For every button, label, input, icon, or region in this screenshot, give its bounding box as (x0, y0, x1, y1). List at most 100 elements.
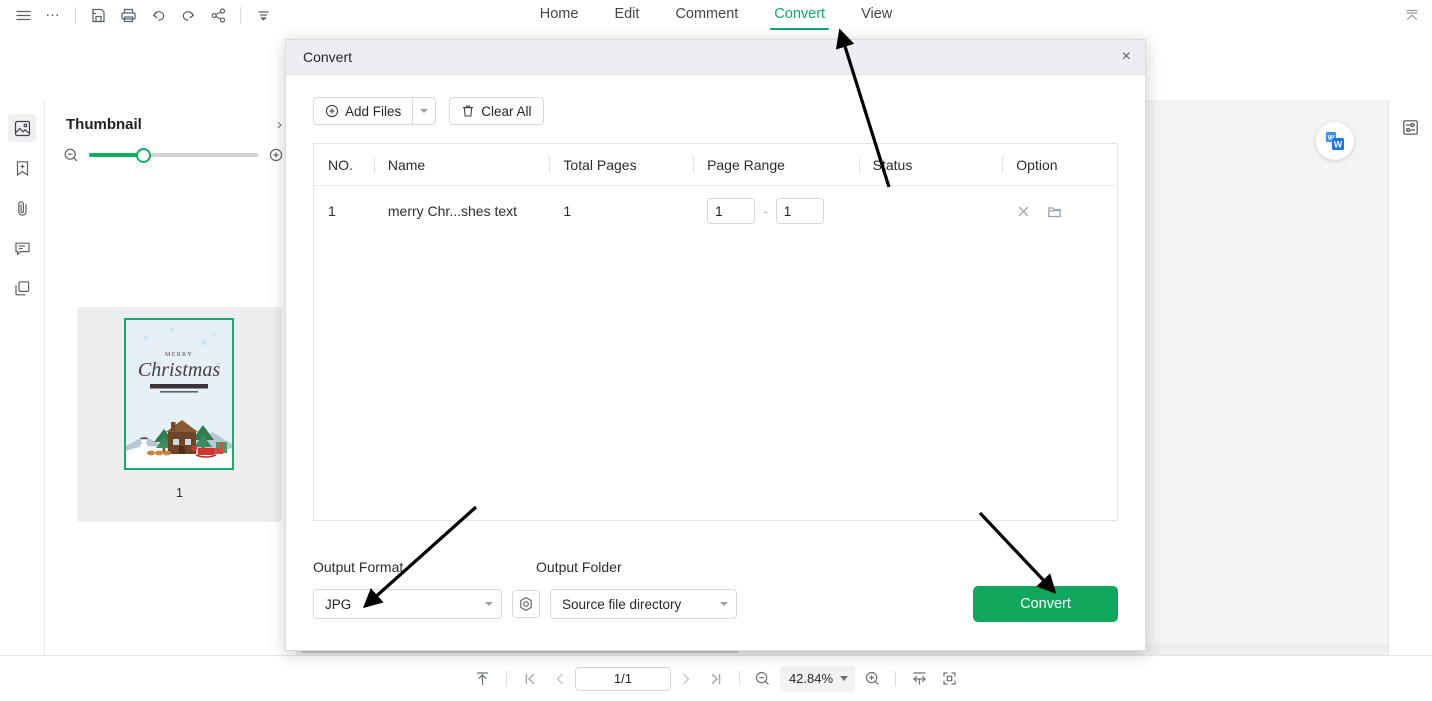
output-folder-value: Source file directory (562, 596, 682, 612)
page-range-from-input[interactable] (707, 198, 756, 224)
add-files-dropdown-button[interactable] (412, 97, 437, 125)
cell-page-range: - (693, 186, 859, 236)
fit-width-icon[interactable] (904, 665, 934, 693)
quick-access-toolbar: … (0, 1, 278, 29)
tab-view[interactable]: View (860, 2, 893, 28)
footer-controls: JPG Source file directory Convert (313, 586, 1118, 622)
redo-icon[interactable] (173, 1, 203, 29)
zoom-in-icon[interactable] (857, 665, 887, 693)
scroll-to-top-icon[interactable] (468, 665, 498, 693)
fit-page-icon[interactable] (934, 665, 964, 693)
table-row[interactable]: 1 merry Chr...shes text 1 - (314, 186, 1117, 236)
cell-status (859, 186, 1003, 236)
output-folder-label: Output Folder (536, 559, 622, 575)
chevron-down-icon (840, 676, 849, 681)
cell-option (1002, 186, 1117, 236)
output-format-label: Output Format (313, 559, 404, 575)
panel-collapse-icon[interactable]: › (277, 117, 282, 132)
more-icon[interactable]: … (38, 1, 68, 29)
zoom-in-icon[interactable] (268, 147, 284, 163)
zoom-out-icon[interactable] (63, 147, 79, 163)
application-window: … Home Edit Comment Convert View Thumbna… (0, 0, 1432, 701)
dialog-footer: Output Format Output Folder JPG Source f… (286, 559, 1145, 650)
thumbnail-page-number: 1 (175, 485, 184, 500)
thumbnail-item[interactable]: MERRY Christmas 1 (77, 307, 282, 522)
column-header-no: NO. (328, 156, 353, 173)
chevron-down-icon (720, 602, 728, 606)
thumbnail-page-image[interactable]: MERRY Christmas (124, 318, 234, 470)
table-header-row: NO. Name Total Pages Page Range Status O… (314, 144, 1117, 186)
remove-file-icon[interactable] (1016, 204, 1031, 219)
tab-comment[interactable]: Comment (674, 2, 739, 28)
dialog-title-bar: Convert × (286, 40, 1145, 75)
dialog-body: Add Files Clear All NO. Name Total Pages… (286, 75, 1145, 521)
convert-button[interactable]: Convert (973, 586, 1118, 622)
thumbnail-panel: Thumbnail › MERRY Christmas 1 (45, 100, 297, 655)
sidebar-item-attachment[interactable] (8, 194, 36, 222)
left-tool-rail (0, 100, 45, 655)
svg-text:MERRY: MERRY (165, 352, 193, 358)
last-page-icon[interactable] (701, 665, 731, 693)
title-bar: … Home Edit Comment Convert View (0, 0, 1432, 30)
column-header-status: Status (858, 144, 1003, 186)
sidebar-item-bookmark[interactable] (8, 154, 36, 182)
close-icon[interactable]: × (1122, 49, 1131, 65)
sidebar-item-thumbnail[interactable] (8, 114, 36, 142)
column-header-page-range: Page Range (693, 144, 859, 186)
slider-knob[interactable] (136, 147, 152, 163)
cell-total-pages: 1 (563, 203, 572, 219)
previous-page-icon[interactable] (545, 665, 575, 693)
add-files-button[interactable]: Add Files (313, 97, 413, 125)
page-indicator-input[interactable]: 1/1 (574, 666, 671, 691)
toolbar-divider-2 (240, 6, 241, 24)
svg-text:W: W (1334, 140, 1343, 150)
clear-all-label: Clear All (481, 103, 532, 119)
output-folder-select[interactable]: Source file directory (550, 589, 737, 619)
add-files-label: Add Files (345, 103, 402, 119)
tab-edit[interactable]: Edit (613, 2, 640, 28)
thumbnail-panel-header: Thumbnail › (45, 100, 296, 133)
add-files-group: Add Files (313, 97, 437, 125)
output-format-select[interactable]: JPG (313, 589, 502, 619)
output-format-value: JPG (325, 596, 352, 612)
column-header-total-pages: Total Pages (549, 144, 693, 186)
word-converter-float-icon[interactable]: W W (1316, 122, 1354, 160)
menu-icon[interactable] (8, 1, 38, 29)
clear-all-button[interactable]: Clear All (449, 97, 544, 125)
zoom-level-value: 42.84% (788, 671, 834, 686)
status-bar: 1/1 42.84% (0, 655, 1432, 701)
status-divider-3 (895, 671, 897, 686)
dialog-toolbar: Add Files Clear All (313, 97, 1118, 125)
chevron-down-icon (420, 109, 429, 113)
first-page-icon[interactable] (515, 665, 545, 693)
undo-icon[interactable] (143, 1, 173, 29)
tab-convert[interactable]: Convert (770, 2, 829, 30)
print-icon[interactable] (113, 1, 143, 29)
toolbar-divider (75, 6, 76, 24)
thumbnail-zoom-slider[interactable] (89, 147, 258, 163)
thumbnail-zoom-row (45, 133, 296, 163)
column-header-name: Name (373, 144, 550, 186)
ribbon-collapse-button[interactable] (1402, 0, 1422, 30)
save-icon[interactable] (83, 1, 113, 29)
zoom-level-selector[interactable]: 42.84% (779, 665, 856, 692)
footer-labels: Output Format Output Folder (313, 559, 1118, 575)
cell-name: merry Chr...shes text (387, 203, 518, 219)
page-range-to-input[interactable] (775, 198, 824, 224)
dialog-title: Convert (303, 49, 353, 65)
sidebar-item-layers[interactable] (8, 274, 36, 302)
next-page-icon[interactable] (671, 665, 701, 693)
customize-toolbar-icon[interactable] (248, 1, 278, 29)
file-list-table: NO. Name Total Pages Page Range Status O… (313, 143, 1118, 521)
chevron-down-icon (485, 602, 493, 606)
status-divider-2 (738, 671, 740, 686)
tab-home[interactable]: Home (539, 2, 580, 28)
sidebar-item-comment[interactable] (8, 234, 36, 262)
page-range-separator: - (763, 203, 768, 219)
properties-panel-icon[interactable] (1397, 113, 1425, 141)
cell-no: 1 (328, 203, 336, 219)
open-folder-icon[interactable] (1047, 204, 1062, 219)
zoom-out-icon[interactable] (748, 665, 778, 693)
share-icon[interactable] (203, 1, 233, 29)
format-settings-button[interactable] (512, 590, 540, 618)
